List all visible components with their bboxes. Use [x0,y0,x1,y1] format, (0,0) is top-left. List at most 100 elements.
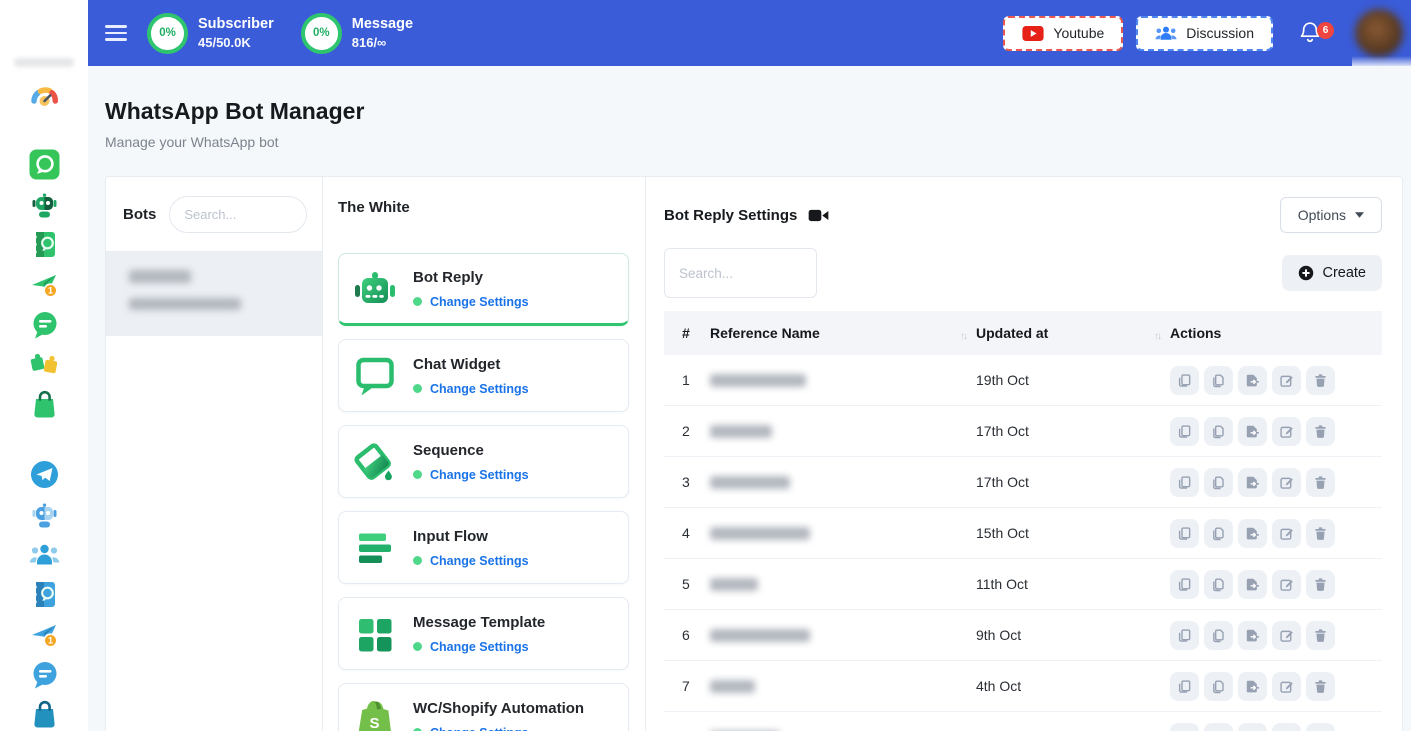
setting-card-message-template[interactable]: Message Template Change Settings [338,597,629,670]
duplicate-button[interactable] [1170,519,1199,548]
youtube-icon [1022,26,1044,41]
delete-button[interactable] [1306,417,1335,446]
edit-icon [1279,679,1294,694]
delete-button[interactable] [1306,672,1335,701]
dashboard-icon[interactable] [28,80,61,113]
telegram-contacts-icon[interactable] [28,578,61,611]
create-button[interactable]: Create [1282,255,1382,291]
delete-icon [1313,628,1328,643]
copy-button[interactable] [1204,519,1233,548]
duplicate-button[interactable] [1170,723,1199,731]
edit-button[interactable] [1272,621,1301,650]
delete-button[interactable] [1306,519,1335,548]
row-actions [1170,468,1382,497]
user-avatar[interactable] [1355,9,1403,57]
redacted-reference-name [710,374,806,387]
delete-icon [1313,373,1328,388]
copy-button[interactable] [1204,723,1233,731]
telegram-bot-icon[interactable] [28,498,61,531]
setting-card-chat-widget[interactable]: Chat Widget Change Settings [338,339,629,412]
duplicate-button[interactable] [1170,366,1199,395]
export-button[interactable] [1238,417,1267,446]
whatsapp-store-icon[interactable] [28,388,61,421]
app-sidebar: 11 [0,0,88,731]
edit-button[interactable] [1272,519,1301,548]
duplicate-button[interactable] [1170,417,1199,446]
menu-toggle-icon[interactable] [105,21,127,45]
app-logo[interactable] [14,58,74,67]
setting-card-wc-shopify[interactable]: S WC/Shopify Automation Change Settings [338,683,629,731]
edit-button[interactable] [1272,570,1301,599]
copy-button[interactable] [1204,672,1233,701]
setting-card-input-flow[interactable]: Input Flow Change Settings [338,511,629,584]
edit-button[interactable] [1272,723,1301,731]
video-tutorial-icon[interactable] [808,208,829,223]
options-button[interactable]: Options [1280,197,1382,233]
telegram-chat-icon[interactable] [28,658,61,691]
telegram-group-icon[interactable] [28,538,61,571]
whatsapp-contacts-icon[interactable] [28,228,61,261]
delete-button[interactable] [1306,570,1335,599]
delete-button[interactable] [1306,621,1335,650]
bot-list-item-selected[interactable] [106,252,322,336]
edit-button[interactable] [1272,672,1301,701]
delete-icon [1313,679,1328,694]
export-button[interactable] [1238,672,1267,701]
delete-icon [1313,424,1328,439]
telegram-broadcast-icon[interactable]: 1 [28,618,61,651]
col-header-reference-name[interactable]: Reference Name↑↓ [710,325,976,342]
delete-button[interactable] [1306,366,1335,395]
sort-icon[interactable]: ↑↓ [960,331,966,342]
discussion-button[interactable]: Discussion [1136,16,1273,51]
export-button[interactable] [1238,570,1267,599]
export-button[interactable] [1238,468,1267,497]
copy-button[interactable] [1204,621,1233,650]
edit-button[interactable] [1272,468,1301,497]
col-header-updated-at[interactable]: Updated at↑↓ [976,325,1170,342]
edit-button[interactable] [1272,417,1301,446]
change-settings-link[interactable]: Change Settings [413,295,529,309]
reply-search-input[interactable] [664,248,817,298]
change-settings-link[interactable]: Change Settings [413,382,529,396]
row-actions [1170,672,1382,701]
redacted-reference-name [710,476,790,489]
copy-button[interactable] [1204,570,1233,599]
setting-card-sequence[interactable]: Sequence Change Settings [338,425,629,498]
copy-button[interactable] [1204,417,1233,446]
change-settings-link[interactable]: Change Settings [413,468,529,482]
change-settings-link[interactable]: Change Settings [413,640,545,654]
sort-icon[interactable]: ↑↓ [1154,331,1160,342]
export-button[interactable] [1238,621,1267,650]
duplicate-button[interactable] [1170,672,1199,701]
whatsapp-icon[interactable] [28,148,61,181]
status-dot [413,384,422,393]
row-number: 6 [664,627,710,643]
notifications-button[interactable]: 6 [1297,20,1323,46]
delete-button[interactable] [1306,468,1335,497]
setting-card-bot-reply[interactable]: Bot Reply Change Settings [338,253,629,326]
whatsapp-bot-icon[interactable] [28,188,61,221]
telegram-store-icon[interactable] [28,698,61,731]
export-button[interactable] [1238,519,1267,548]
status-dot [413,470,422,479]
change-settings-link[interactable]: Change Settings [413,554,529,568]
duplicate-button[interactable] [1170,621,1199,650]
whatsapp-chat-icon[interactable] [28,308,61,341]
bots-search-input[interactable] [169,196,307,233]
integrations-icon[interactable] [28,348,61,381]
copy-button[interactable] [1204,366,1233,395]
whatsapp-broadcast-icon[interactable]: 1 [28,268,61,301]
export-button[interactable] [1238,723,1267,731]
edit-button[interactable] [1272,366,1301,395]
setting-card-title: Message Template [413,614,545,631]
delete-button[interactable] [1306,723,1335,731]
top-header: 0% Subscriber 45/50.0K 0% Message 816/∞ … [88,0,1411,66]
duplicate-button[interactable] [1170,570,1199,599]
change-settings-link[interactable]: Change Settings [413,726,584,731]
copy-button[interactable] [1204,468,1233,497]
telegram-icon[interactable] [28,458,61,491]
youtube-button[interactable]: Youtube [1003,16,1123,51]
row-number: 7 [664,678,710,694]
duplicate-button[interactable] [1170,468,1199,497]
export-button[interactable] [1238,366,1267,395]
